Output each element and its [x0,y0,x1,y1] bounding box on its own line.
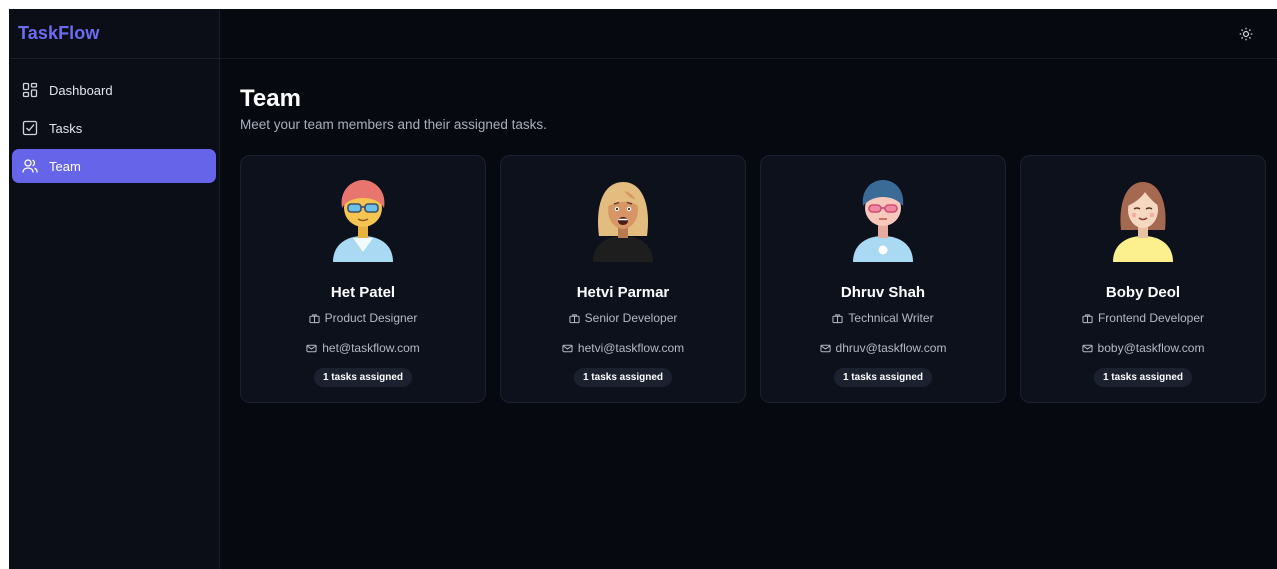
mail-icon [1081,344,1093,352]
member-role-label: Frontend Developer [1097,311,1205,325]
member-name: Het Patel [330,284,396,301]
mail-icon [562,344,573,352]
sidebar-nav: Dashboard Tasks Team [9,59,219,183]
member-role-label: Product Designer [324,311,418,325]
member-role-label: Technical Writer [848,311,934,325]
member-email[interactable]: het@taskflow.com [306,341,420,355]
member-email[interactable]: hetvi@taskflow.com [562,341,684,355]
member-email-label: dhruv@taskflow.com [835,341,947,355]
sidebar-item-label: Team [49,158,81,174]
mail-icon [306,344,317,352]
users-icon [22,159,38,173]
tasks-assigned-badge: 1 tasks assigned [1093,368,1193,387]
tasks-assigned-badge: 1 tasks assigned [573,368,673,387]
team-member-card[interactable]: Hetvi Parmar Senior Developer hetvi@task… [500,155,746,403]
member-role: Product Designer [309,311,418,325]
layout-grid-icon [22,82,38,98]
member-email-label: het@taskflow.com [322,341,420,355]
sun-icon [1239,27,1253,40]
avatar [333,180,393,262]
member-name: Boby Deol [1105,284,1181,301]
avatar [1113,182,1173,262]
theme-toggle-button[interactable] [1237,25,1255,43]
briefcase-icon [832,313,844,323]
briefcase-icon [569,313,580,323]
member-name: Dhruv Shah [840,284,926,301]
team-grid: Het Patel Product Designer het@taskflow.… [240,155,1266,403]
team-member-card[interactable]: Het Patel Product Designer het@taskflow.… [240,155,486,403]
member-name: Hetvi Parmar [576,284,670,301]
sidebar-item-label: Tasks [49,120,83,136]
brand-logo[interactable]: TaskFlow [9,9,219,59]
sidebar-item-tasks[interactable]: Tasks [12,111,216,145]
member-email-label: hetvi@taskflow.com [577,341,685,355]
sidebar: TaskFlow Dashboard Tasks Team [9,9,220,569]
briefcase-icon [1082,313,1093,323]
member-email-label: boby@taskflow.com [1097,341,1205,355]
page-title: Team [240,85,301,112]
mail-icon [819,344,831,352]
main-area: Team Meet your team members and their as… [220,9,1277,569]
member-email[interactable]: boby@taskflow.com [1081,341,1205,355]
sidebar-item-team[interactable]: Team [12,149,216,183]
avatar [853,180,913,262]
briefcase-icon [309,313,320,323]
check-square-icon [22,120,38,136]
member-email[interactable]: dhruv@taskflow.com [819,341,947,355]
member-role: Technical Writer [832,311,934,325]
member-role: Frontend Developer [1082,311,1204,325]
team-member-card[interactable]: Dhruv Shah Technical Writer dhruv@taskfl… [760,155,1006,403]
tasks-assigned-badge: 1 tasks assigned [313,368,413,387]
app-window: TaskFlow Dashboard Tasks Team Team Meet … [9,9,1277,569]
sidebar-item-label: Dashboard [49,82,113,98]
tasks-assigned-badge: 1 tasks assigned [833,368,933,387]
page-content: Team Meet your team members and their as… [220,59,1277,403]
top-bar [220,9,1277,59]
page-subtitle: Meet your team members and their assigne… [240,117,547,132]
team-member-card[interactable]: Boby Deol Frontend Developer boby@taskfl… [1020,155,1266,403]
avatar [593,182,653,262]
sidebar-item-dashboard[interactable]: Dashboard [12,73,216,107]
member-role: Senior Developer [569,311,678,325]
member-role-label: Senior Developer [584,311,678,325]
